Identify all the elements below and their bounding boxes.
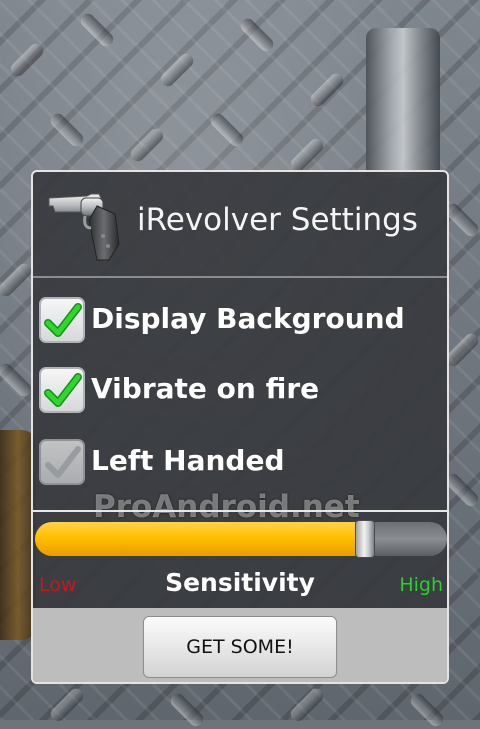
setting-vibrate-on-fire[interactable]: Vibrate on fire bbox=[39, 364, 443, 420]
sensitivity-slider-thumb[interactable] bbox=[354, 520, 375, 558]
revolver-barrel-background bbox=[366, 28, 440, 178]
display-background-label: Display Background bbox=[91, 302, 405, 335]
plate-bump bbox=[157, 50, 197, 90]
dialog-footer: GET SOME! bbox=[33, 608, 447, 682]
left-handed-checkbox[interactable] bbox=[39, 439, 85, 485]
plate-bump bbox=[47, 685, 87, 725]
plate-bump bbox=[287, 685, 327, 725]
plate-bump bbox=[7, 40, 47, 80]
get-some-button[interactable]: GET SOME! bbox=[143, 616, 337, 678]
left-handed-label: Left Handed bbox=[91, 444, 285, 477]
dialog-title: iRevolver Settings bbox=[137, 202, 418, 238]
vibrate-on-fire-label: Vibrate on fire bbox=[91, 372, 320, 405]
plate-bump bbox=[0, 360, 35, 400]
vibrate-on-fire-checkbox[interactable] bbox=[39, 367, 85, 413]
sensitivity-high-label: High bbox=[399, 574, 443, 596]
plate-bump bbox=[47, 110, 87, 150]
plate-bump bbox=[407, 690, 447, 729]
sensitivity-slider-track[interactable] bbox=[35, 522, 447, 556]
header-divider bbox=[33, 276, 447, 278]
sensitivity-label: Sensitivity bbox=[165, 568, 315, 597]
settings-dialog: iRevolver Settings Display Background Vi… bbox=[31, 170, 449, 684]
dialog-header: iRevolver Settings bbox=[33, 172, 447, 276]
setting-left-handed[interactable]: Left Handed bbox=[39, 436, 443, 492]
watermark-text: ProAndroid.net bbox=[93, 489, 360, 525]
plate-bump bbox=[237, 15, 277, 55]
sensitivity-slider-fill bbox=[35, 522, 365, 556]
slider-divider bbox=[33, 510, 447, 512]
setting-display-background[interactable]: Display Background bbox=[39, 294, 443, 350]
plate-bump bbox=[307, 70, 347, 110]
plate-bump bbox=[207, 110, 247, 150]
revolver-icon bbox=[47, 184, 123, 264]
plate-bump bbox=[0, 260, 35, 300]
plate-bump bbox=[77, 10, 117, 50]
plate-bump bbox=[127, 125, 167, 165]
plate-bump bbox=[167, 690, 207, 729]
plate-bump bbox=[287, 135, 327, 175]
display-background-checkbox[interactable] bbox=[39, 297, 85, 343]
